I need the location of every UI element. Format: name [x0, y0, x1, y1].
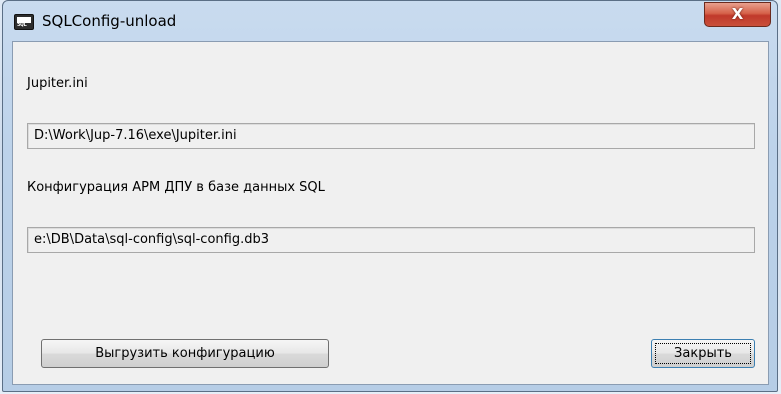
dialog-client-area: Jupiter.ini D:\Work\Jup-7.16\exe\Jupiter… — [12, 41, 769, 385]
db-config-label: Конфигурация АРМ ДПУ в базе данных SQL — [27, 180, 325, 195]
window-title: SQLConfig-unload — [42, 12, 177, 30]
close-button-label: Закрыть — [674, 346, 732, 361]
close-icon: X — [731, 5, 744, 23]
ini-file-label: Jupiter.ini — [27, 76, 88, 91]
dialog-window: SQL SQLConfig-unload X Jupiter.ini D:\Wo… — [2, 0, 778, 392]
window-close-button[interactable]: X — [704, 2, 771, 27]
sql-app-icon: SQL — [14, 14, 34, 30]
unload-config-button-label: Выгрузить конфигурацию — [95, 346, 275, 361]
close-button[interactable]: Закрыть — [651, 339, 755, 368]
title-bar[interactable]: SQL SQLConfig-unload X — [3, 1, 777, 41]
app-icon-label: SQL — [17, 21, 27, 28]
db-path-field[interactable]: e:\DB\Data\sql-config\sql-config.db3 — [27, 227, 755, 253]
unload-config-button[interactable]: Выгрузить конфигурацию — [41, 339, 329, 368]
ini-path-field[interactable]: D:\Work\Jup-7.16\exe\Jupiter.ini — [27, 123, 755, 149]
